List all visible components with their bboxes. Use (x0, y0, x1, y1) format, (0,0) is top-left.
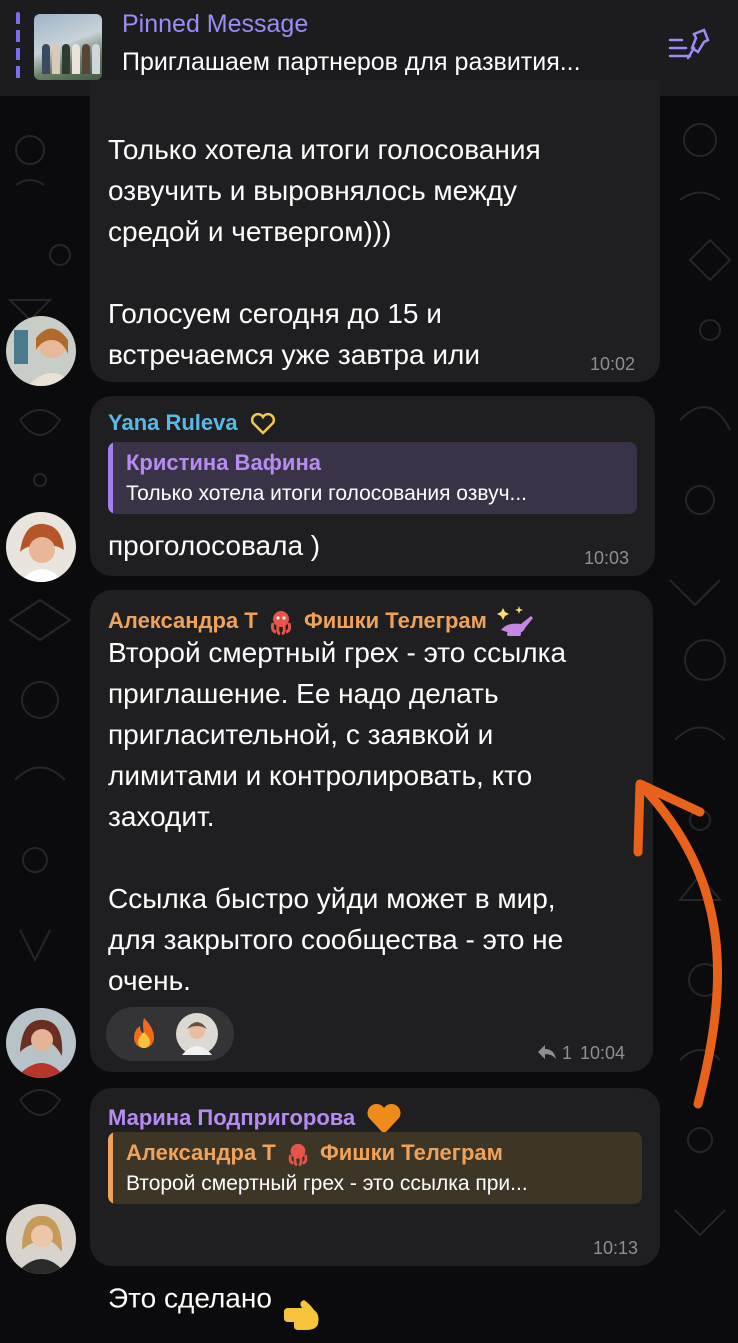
sender-name-4: Марина Подпригорова (108, 1102, 403, 1136)
message-time-1: 10:02 (590, 354, 636, 374)
message-time-2: 10:03 (584, 548, 630, 568)
pinned-indicator (16, 12, 20, 84)
reply-quote-text: Только хотела итоги голосования озвуч... (126, 482, 528, 505)
sender-name-2: Yana Ruleva (108, 410, 276, 436)
pinned-title: Pinned Message (122, 10, 309, 38)
reaction-chip[interactable] (106, 1007, 234, 1061)
avatar-marina[interactable] (6, 1204, 76, 1274)
pointing-hand-icon (282, 1257, 322, 1343)
avatar-yana[interactable] (6, 512, 76, 582)
reactor-avatar (176, 1013, 218, 1055)
reply-quote-name: Александра Т Фишки Телеграм (126, 1140, 503, 1167)
message-text-2: проголосовала ) (108, 530, 321, 561)
pinned-thumbnail (34, 14, 102, 80)
fire-icon (134, 1018, 154, 1048)
reply-quote-text: Второй смертный грех - это ссылка при... (126, 1172, 528, 1195)
message-time-3: 10:04 (580, 1043, 626, 1063)
message-time-4: 10:13 (593, 1238, 639, 1258)
pinned-text: Приглашаем партнеров для развития... (122, 48, 581, 76)
pinned-list-icon[interactable] (668, 28, 712, 64)
avatar-kristina[interactable] (6, 316, 76, 386)
reply-quote-2[interactable]: Кристина Вафина Только хотела итоги голо… (108, 442, 637, 514)
reply-quote-4[interactable]: Александра Т Фишки Телеграм Второй смерт… (108, 1132, 642, 1204)
message-text-3: Второй смертный грех - это ссылка пригла… (108, 637, 567, 996)
heart-outline-icon (250, 413, 275, 435)
reply-quote-name: Кристина Вафина (126, 450, 321, 475)
octopus-icon (288, 1144, 308, 1167)
reply-count: 1 (562, 1043, 573, 1063)
reply-arrow-icon (538, 1045, 556, 1059)
avatar-aleksandra[interactable] (6, 1008, 76, 1078)
orange-heart-icon (367, 1103, 401, 1134)
